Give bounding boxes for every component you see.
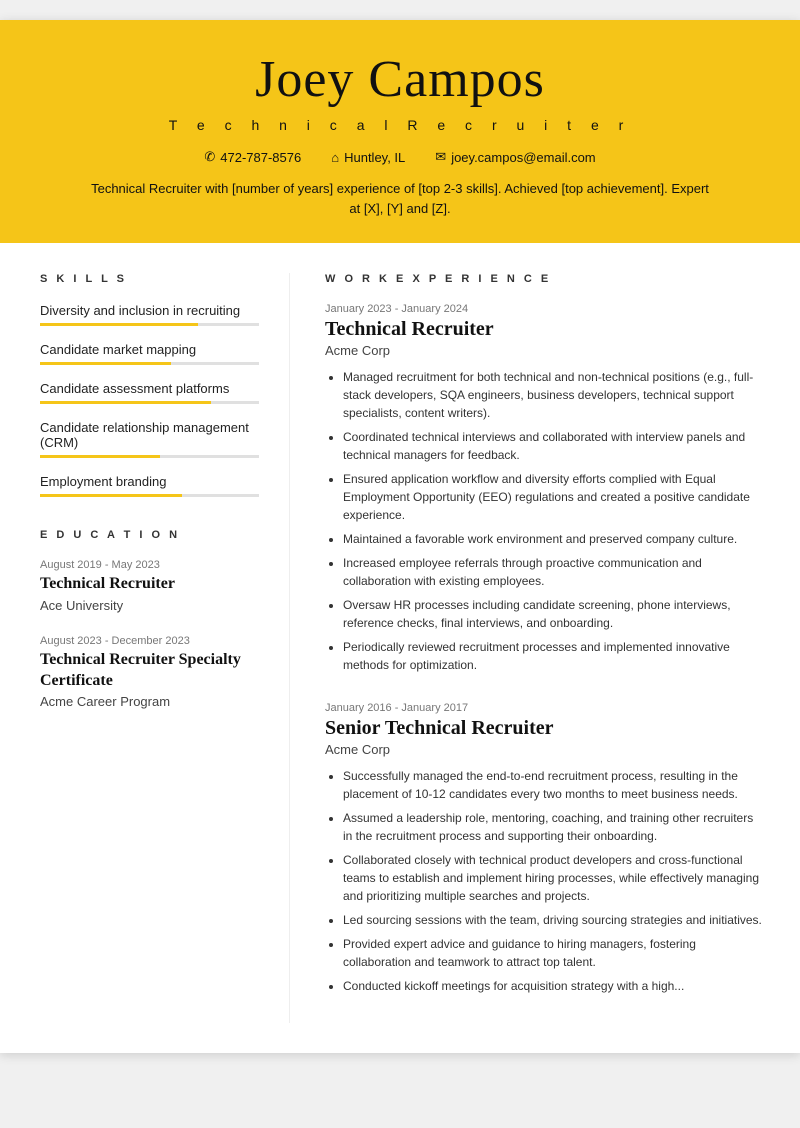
skills-section-title: S K I L L S [40, 273, 259, 285]
bullet-item: Assumed a leadership role, mentoring, co… [343, 809, 765, 845]
skill-bar-fill [40, 401, 211, 404]
bullet-item: Collaborated closely with technical prod… [343, 851, 765, 905]
work-item: January 2023 - January 2024 Technical Re… [325, 303, 765, 674]
contact-row: ✆ 472-787-8576 ⌂ Huntley, IL ✉ joey.camp… [40, 149, 760, 165]
location-icon: ⌂ [331, 150, 339, 165]
skill-name: Candidate assessment platforms [40, 381, 259, 396]
education-section-title: E D U C A T I O N [40, 529, 259, 541]
skill-name: Candidate relationship management (CRM) [40, 420, 259, 450]
education-item: August 2023 - December 2023 Technical Re… [40, 635, 259, 710]
skill-bar [40, 362, 259, 365]
work-section-title: W O R K E X P E R I E N C E [325, 273, 765, 285]
work-bullets: Managed recruitment for both technical a… [325, 368, 765, 674]
work-company: Acme Corp [325, 343, 765, 358]
work-list: January 2023 - January 2024 Technical Re… [325, 303, 765, 995]
bullet-item: Periodically reviewed recruitment proces… [343, 638, 765, 674]
skill-bar [40, 323, 259, 326]
skill-item: Candidate relationship management (CRM) [40, 420, 259, 458]
work-title: Technical Recruiter [325, 318, 765, 341]
edu-degree: Technical Recruiter Specialty Certificat… [40, 650, 259, 692]
bullet-item: Led sourcing sessions with the team, dri… [343, 911, 765, 929]
phone-number: 472-787-8576 [220, 150, 301, 165]
header-section: Joey Campos T e c h n i c a l R e c r u … [0, 20, 800, 243]
work-bullets: Successfully managed the end-to-end recr… [325, 767, 765, 995]
bullet-item: Ensured application workflow and diversi… [343, 470, 765, 524]
skills-section: S K I L L S Diversity and inclusion in r… [40, 273, 259, 497]
skill-bar [40, 494, 259, 497]
education-list: August 2019 - May 2023 Technical Recruit… [40, 559, 259, 709]
location-contact: ⌂ Huntley, IL [331, 149, 405, 165]
skill-item: Diversity and inclusion in recruiting [40, 303, 259, 326]
work-company: Acme Corp [325, 742, 765, 757]
bullet-item: Provided expert advice and guidance to h… [343, 935, 765, 971]
email-icon: ✉ [435, 149, 446, 165]
bullet-item: Maintained a favorable work environment … [343, 530, 765, 548]
skill-name: Diversity and inclusion in recruiting [40, 303, 259, 318]
skill-bar [40, 455, 259, 458]
work-item: January 2016 - January 2017 Senior Techn… [325, 702, 765, 995]
phone-icon: ✆ [204, 149, 215, 165]
work-title: Senior Technical Recruiter [325, 717, 765, 740]
bullet-item: Oversaw HR processes including candidate… [343, 596, 765, 632]
work-date: January 2023 - January 2024 [325, 303, 765, 315]
skill-bar-fill [40, 362, 171, 365]
bullet-item: Coordinated technical interviews and col… [343, 428, 765, 464]
bullet-item: Successfully managed the end-to-end recr… [343, 767, 765, 803]
skill-bar-fill [40, 455, 160, 458]
skill-name: Employment branding [40, 474, 259, 489]
location-text: Huntley, IL [344, 150, 405, 165]
skills-list: Diversity and inclusion in recruiting Ca… [40, 303, 259, 497]
bullet-item: Conducted kickoff meetings for acquisiti… [343, 977, 765, 995]
edu-school: Acme Career Program [40, 694, 259, 709]
skill-item: Employment branding [40, 474, 259, 497]
resume-document: Joey Campos T e c h n i c a l R e c r u … [0, 20, 800, 1053]
candidate-title: T e c h n i c a l R e c r u i t e r [40, 117, 760, 133]
phone-contact: ✆ 472-787-8576 [204, 149, 301, 165]
skill-item: Candidate assessment platforms [40, 381, 259, 404]
skill-item: Candidate market mapping [40, 342, 259, 365]
education-item: August 2019 - May 2023 Technical Recruit… [40, 559, 259, 613]
skill-bar-fill [40, 494, 182, 497]
work-date: January 2016 - January 2017 [325, 702, 765, 714]
summary-text: Technical Recruiter with [number of year… [90, 179, 710, 218]
candidate-name: Joey Campos [40, 50, 760, 109]
skill-bar [40, 401, 259, 404]
skill-bar-fill [40, 323, 198, 326]
left-column: S K I L L S Diversity and inclusion in r… [0, 273, 290, 1023]
body-section: S K I L L S Diversity and inclusion in r… [0, 243, 800, 1053]
edu-date: August 2023 - December 2023 [40, 635, 259, 647]
email-contact: ✉ joey.campos@email.com [435, 149, 595, 165]
edu-school: Ace University [40, 598, 259, 613]
edu-date: August 2019 - May 2023 [40, 559, 259, 571]
skill-name: Candidate market mapping [40, 342, 259, 357]
edu-degree: Technical Recruiter [40, 574, 259, 595]
email-link[interactable]: joey.campos@email.com [451, 150, 595, 165]
bullet-item: Increased employee referrals through pro… [343, 554, 765, 590]
education-section: E D U C A T I O N August 2019 - May 2023… [40, 529, 259, 709]
bullet-item: Managed recruitment for both technical a… [343, 368, 765, 422]
right-column: W O R K E X P E R I E N C E January 2023… [290, 273, 800, 1023]
